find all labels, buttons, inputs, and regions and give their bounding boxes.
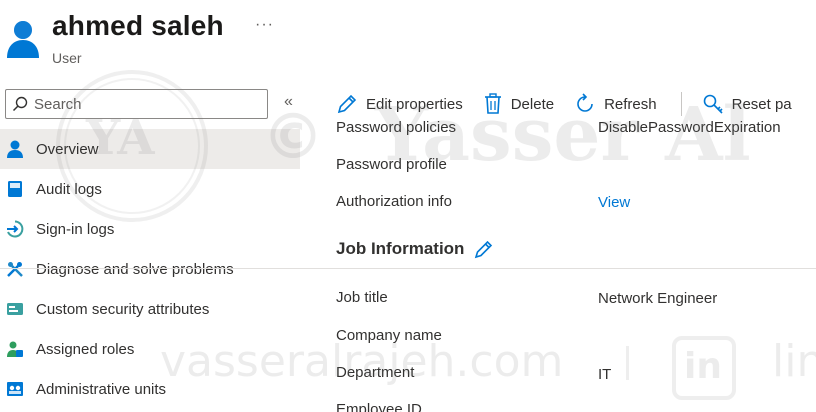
key-icon bbox=[703, 94, 723, 114]
sidebar-item-administrative-units[interactable]: Administrative units bbox=[0, 369, 300, 409]
sign-in-icon bbox=[5, 219, 25, 239]
password-profile-label: Password profile bbox=[336, 156, 447, 173]
department-value: IT bbox=[598, 366, 612, 383]
refresh-label: Refresh bbox=[604, 95, 657, 113]
delete-label: Delete bbox=[510, 95, 555, 113]
more-options-button[interactable]: ··· bbox=[255, 16, 274, 34]
sidebar-item-custom-security-attributes[interactable]: Custom security attributes bbox=[0, 289, 300, 329]
job-information-heading: Job Information bbox=[336, 239, 494, 259]
page-subtitle: User bbox=[52, 50, 82, 66]
search-icon bbox=[12, 96, 28, 112]
user-avatar-icon bbox=[6, 18, 40, 58]
job-title-label: Job title bbox=[336, 289, 388, 306]
roles-icon bbox=[5, 339, 25, 359]
reset-password-button[interactable]: Reset pa bbox=[702, 93, 792, 115]
trash-icon bbox=[484, 93, 501, 114]
edit-pencil-icon[interactable] bbox=[474, 239, 494, 259]
job-title-value: Network Engineer bbox=[598, 290, 718, 307]
sidebar-item-audit-logs[interactable]: Audit logs bbox=[0, 169, 300, 209]
attributes-icon bbox=[5, 299, 25, 319]
password-policies-label: Password policies bbox=[336, 121, 457, 136]
authorization-info-view-link[interactable]: View bbox=[598, 194, 630, 211]
edit-properties-label: Edit properties bbox=[366, 95, 463, 113]
sidebar-item-label: Custom security attributes bbox=[36, 300, 210, 318]
wrench-icon bbox=[5, 259, 25, 279]
job-information-title: Job Information bbox=[336, 239, 465, 258]
pencil-icon bbox=[337, 94, 357, 114]
sidebar-item-label: Sign-in logs bbox=[36, 220, 115, 238]
edit-properties-button[interactable]: Edit properties bbox=[336, 93, 463, 115]
collapse-sidebar-button[interactable]: « bbox=[284, 93, 293, 111]
refresh-button[interactable]: Refresh bbox=[574, 93, 657, 115]
book-icon bbox=[5, 179, 25, 199]
sidebar-item-sign-in-logs[interactable]: Sign-in logs bbox=[0, 209, 300, 249]
toolbar-divider bbox=[680, 92, 682, 116]
employee-id-label: Employee ID bbox=[336, 401, 422, 412]
password-policies-value: DisablePasswordExpiration bbox=[598, 121, 781, 136]
search-box[interactable] bbox=[5, 89, 268, 119]
company-name-label: Company name bbox=[336, 327, 442, 344]
section-divider bbox=[0, 268, 816, 269]
department-label: Department bbox=[336, 364, 415, 381]
sidebar-item-assigned-roles[interactable]: Assigned roles bbox=[0, 329, 300, 369]
user-icon bbox=[5, 139, 25, 159]
sidebar-nav: Overview Audit logs Sign-in logs Diagnos… bbox=[0, 129, 300, 409]
reset-password-label: Reset pa bbox=[731, 95, 792, 113]
sidebar-item-label: Overview bbox=[36, 140, 99, 158]
sidebar-item-label: Diagnose and solve problems bbox=[36, 260, 234, 278]
sidebar-item-label: Administrative units bbox=[36, 380, 167, 398]
delete-button[interactable]: Delete bbox=[483, 93, 554, 115]
page-title: ahmed saleh bbox=[52, 10, 224, 41]
sidebar-item-overview[interactable]: Overview bbox=[0, 129, 300, 169]
sidebar-item-label: Assigned roles bbox=[36, 340, 135, 358]
search-input[interactable] bbox=[34, 95, 254, 113]
command-bar: Edit properties Delete Refresh Reset pa bbox=[336, 88, 812, 120]
sidebar-item-diagnose[interactable]: Diagnose and solve problems bbox=[0, 249, 300, 289]
sidebar-item-label: Audit logs bbox=[36, 180, 102, 198]
authorization-info-label: Authorization info bbox=[336, 193, 452, 210]
properties-panel: Password policies DisablePasswordExpirat… bbox=[300, 121, 816, 412]
refresh-icon bbox=[577, 93, 593, 112]
admin-units-icon bbox=[5, 379, 25, 399]
